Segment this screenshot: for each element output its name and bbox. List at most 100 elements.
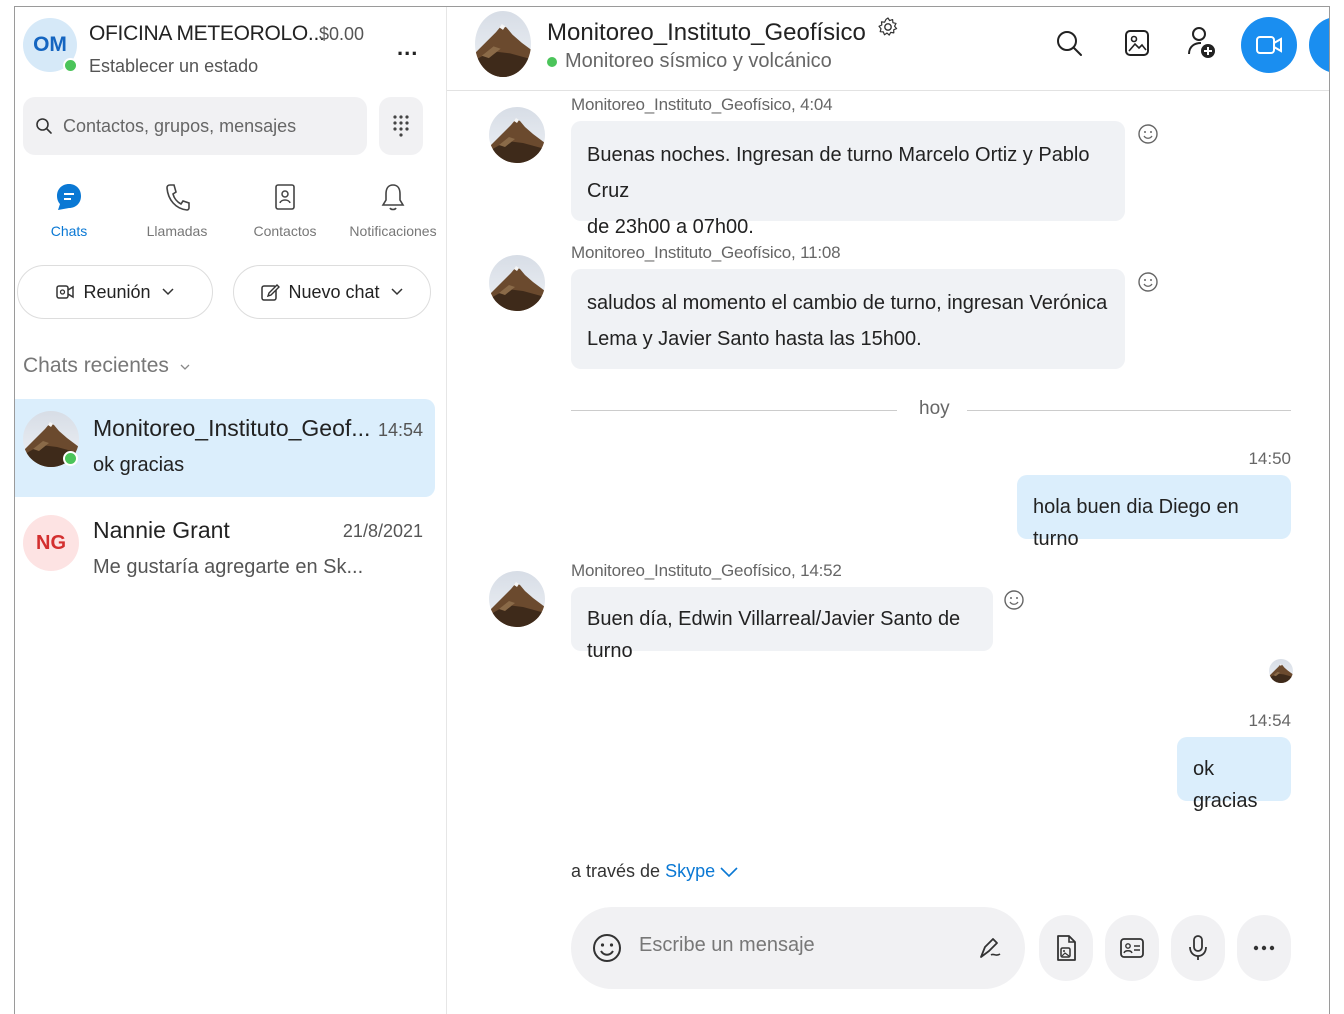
outgoing-message-time: 14:54 <box>1248 711 1291 730</box>
gallery-button[interactable] <box>1119 25 1155 61</box>
chevron-down-icon <box>391 288 403 296</box>
message-composer[interactable] <box>571 907 1025 989</box>
gear-icon[interactable] <box>877 16 899 38</box>
smiley-react-icon[interactable] <box>1137 271 1159 293</box>
app-window: OM OFICINA METEOROLO... $0.00 Establecer… <box>14 6 1330 1014</box>
tab-calls-label: Llamadas <box>146 223 208 239</box>
video-camera-icon <box>1256 36 1282 54</box>
smiley-react-icon[interactable] <box>1003 589 1025 611</box>
message-text-line: de 23h00 a 07h00. <box>587 216 754 238</box>
meeting-button-label: Reunión <box>83 281 151 302</box>
chat-avatar-initials: NG <box>36 531 66 554</box>
chat-list-item[interactable]: Monitoreo_Instituto_Geof... 14:54 ok gra… <box>15 399 435 497</box>
mountain-avatar-image <box>489 255 545 311</box>
group-avatar[interactable] <box>475 11 531 77</box>
audio-call-button[interactable] <box>1309 17 1329 73</box>
message-text-line: saludos al momento el cambio de turno, i… <box>587 292 1108 314</box>
sidebar: OM OFICINA METEOROLO... $0.00 Establecer… <box>15 7 447 1014</box>
chat-avatar: NG <box>23 515 79 571</box>
outgoing-message-time: 14:50 <box>1248 449 1291 468</box>
message-text-line: Lema y Javier Santo hasta las 15h00. <box>587 328 922 350</box>
mountain-avatar-image <box>489 107 545 163</box>
phone-icon <box>166 184 190 211</box>
skype-link[interactable]: Skype <box>665 861 715 882</box>
outgoing-message[interactable]: ok gracias <box>1177 737 1291 812</box>
more-composer-options-button[interactable] <box>1237 915 1291 981</box>
outgoing-message[interactable]: hola buen dia Diego en turno <box>1017 475 1291 550</box>
message-text: Buen día, Edwin Villarreal/Javier Santo … <box>587 608 961 662</box>
chat-preview: ok gracias <box>93 454 185 476</box>
skype-credit-balance[interactable]: $0.00 <box>319 24 364 45</box>
online-status-dot <box>63 451 78 466</box>
tab-notifications-label: Notificaciones <box>349 223 437 239</box>
message-sender-time: Monitoreo_Instituto_Geofísico, 11:08 <box>571 243 841 262</box>
read-receipt-avatar <box>1269 659 1293 683</box>
date-divider-label: hoy <box>919 398 950 419</box>
incoming-message[interactable]: saludos al momento el cambio de turno, i… <box>571 269 1125 369</box>
mountain-avatar-image <box>489 571 545 627</box>
message-text-line: Buenas noches. Ingresan de turno Marcelo… <box>587 144 1090 202</box>
search-input[interactable] <box>63 115 343 137</box>
voice-message-button[interactable] <box>1171 915 1225 981</box>
send-file-button[interactable] <box>1039 915 1093 981</box>
profile-initials: OM <box>33 33 67 56</box>
chat-preview: Me gustaría agregarte en Sk... <box>93 556 364 578</box>
tab-chats[interactable]: Chats <box>15 179 123 245</box>
new-chat-button[interactable]: Nuevo chat <box>233 265 431 319</box>
message-input[interactable] <box>639 934 959 957</box>
incoming-message[interactable]: Buenas noches. Ingresan de turno Marcelo… <box>571 121 1125 238</box>
message-text: ok gracias <box>1193 758 1258 812</box>
dialpad-button[interactable] <box>379 97 423 155</box>
microphone-icon <box>1189 935 1207 960</box>
chevron-down-icon <box>162 288 174 296</box>
bell-icon <box>381 184 405 211</box>
search-icon <box>1057 31 1082 56</box>
emoji-icon[interactable] <box>591 932 623 964</box>
main-navigation: Chats Llamadas Contactos Notificaciones <box>15 179 447 245</box>
meeting-button[interactable]: Reunión <box>17 265 213 319</box>
chat-name: Nannie Grant <box>93 517 230 543</box>
contact-card-icon <box>1120 938 1144 958</box>
tab-calls[interactable]: Llamadas <box>123 179 231 245</box>
search-in-chat-button[interactable] <box>1051 25 1087 61</box>
conversation-title[interactable]: Monitoreo_Instituto_Geofísico <box>547 16 899 47</box>
chat-list-item[interactable]: NG Nannie Grant 21/8/2021 Me gustaría ag… <box>15 503 435 601</box>
add-person-icon <box>1188 27 1215 58</box>
set-status-link[interactable]: Establecer un estado <box>89 56 258 77</box>
smiley-react-icon[interactable] <box>1137 123 1159 145</box>
video-call-button[interactable] <box>1241 17 1297 73</box>
online-status-dot <box>63 58 78 73</box>
conversation-pane: Monitoreo_Instituto_Geofísico Monitoreo … <box>447 7 1329 1014</box>
search-bar[interactable] <box>23 97 367 155</box>
tab-contacts-label: Contactos <box>253 223 317 239</box>
profile-header[interactable]: OM OFICINA METEOROLO... $0.00 Establecer… <box>23 13 433 79</box>
mountain-avatar-image <box>1269 659 1293 683</box>
sender-avatar[interactable] <box>489 255 545 311</box>
sender-avatar[interactable] <box>489 107 545 163</box>
mountain-avatar-image <box>475 11 531 77</box>
file-attach-icon <box>1057 935 1076 961</box>
message-sender-time: Monitoreo_Instituto_Geofísico, 14:52 <box>571 561 842 580</box>
profile-name[interactable]: OFICINA METEOROLO... <box>89 22 325 46</box>
recent-chats-title: Chats recientes <box>23 354 169 377</box>
handwriting-pen-icon[interactable] <box>977 935 1003 961</box>
tab-chats-label: Chats <box>50 223 88 239</box>
via-prefix: a través de <box>571 861 661 881</box>
chevron-down-icon[interactable] <box>719 866 739 878</box>
more-options-button[interactable]: ... <box>397 35 418 61</box>
share-contact-button[interactable] <box>1105 915 1159 981</box>
chat-time: 21/8/2021 <box>342 521 423 541</box>
recent-chats-header[interactable]: Chats recientes <box>23 354 191 378</box>
tab-notifications[interactable]: Notificaciones <box>339 179 447 245</box>
incoming-message[interactable]: Buen día, Edwin Villarreal/Javier Santo … <box>571 587 993 662</box>
sender-avatar[interactable] <box>489 571 545 627</box>
date-divider: hoy <box>571 395 1291 425</box>
via-skype-line: a través de Skype <box>571 861 739 882</box>
chat-name: Monitoreo_Instituto_Geof... <box>93 415 371 441</box>
video-meeting-icon <box>56 285 75 299</box>
dialpad-icon <box>393 115 409 137</box>
tab-contacts[interactable]: Contactos <box>231 179 339 245</box>
conversation-header: Monitoreo_Instituto_Geofísico Monitoreo … <box>447 7 1329 91</box>
add-participant-button[interactable] <box>1185 25 1221 61</box>
compose-icon <box>261 284 281 301</box>
